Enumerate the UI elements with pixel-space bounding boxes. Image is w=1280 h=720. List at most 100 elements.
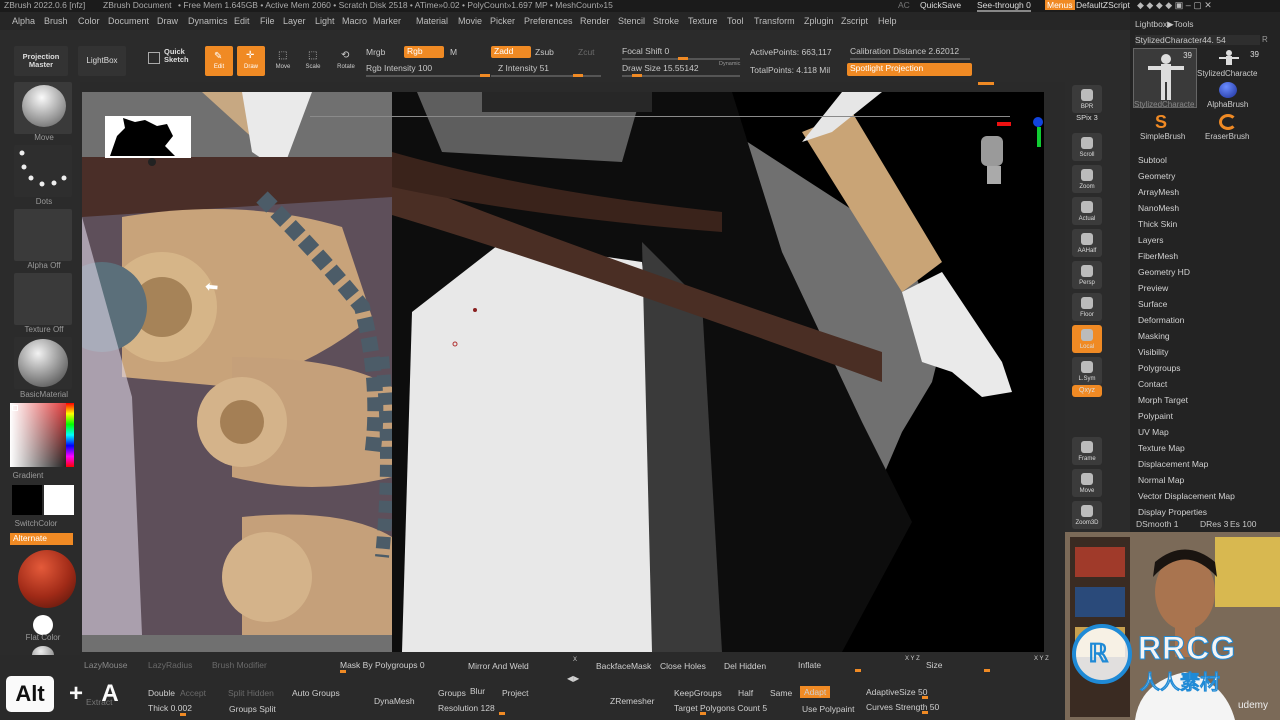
dsmooth-slider[interactable]: DSmooth 1 [1136,519,1179,529]
color-picker[interactable] [10,403,74,467]
right-shelf-local-button[interactable]: Local [1072,325,1102,353]
tray-layers[interactable]: Layers [1138,235,1164,245]
mirror-and-weld-button[interactable]: Mirror And Weld [468,661,529,671]
menu-stroke[interactable]: Stroke [653,16,679,26]
groups-split-button[interactable]: Groups Split [229,704,276,714]
alternate-button[interactable]: Alternate [10,533,73,545]
viewport-canvas[interactable]: ⬉ [82,92,1044,652]
inflate-axis-icon[interactable]: X Y Z [905,656,920,662]
rgb-intensity-knob[interactable] [480,74,490,77]
groups-toggle[interactable]: Groups [438,688,466,698]
z-intensity-slider[interactable]: Z Intensity 51 [498,63,549,73]
tray-texture-map[interactable]: Texture Map [1138,443,1185,453]
reference-image[interactable]: ⬉ [82,157,392,635]
menu-transform[interactable]: Transform [754,16,795,26]
resolution-slider[interactable]: Resolution 128 [438,703,495,713]
calibration-distance-slider[interactable]: Calibration Distance 2.62012 [850,46,959,56]
mrgb-button[interactable]: Mrgb [366,47,385,57]
menu-texture[interactable]: Texture [688,16,718,26]
menu-tool[interactable]: Tool [727,16,744,26]
dynamesh-button[interactable]: DynaMesh [374,696,415,706]
brush-selector[interactable] [14,82,72,134]
menu-preferences[interactable]: Preferences [524,16,573,26]
tray-deformation[interactable]: Deformation [1138,315,1184,325]
dres-slider[interactable]: DRes 3 [1200,519,1228,529]
menu-movie[interactable]: Movie [458,16,482,26]
blur-slider[interactable]: Blur [470,686,485,696]
tray-thick-skin[interactable]: Thick Skin [1138,219,1177,229]
zadd-button[interactable]: Zadd [491,46,531,58]
target-polygons-knob[interactable] [700,712,706,715]
rgb-button[interactable]: Rgb [404,46,444,58]
quicksave-button[interactable]: QuickSave [920,0,961,10]
target-polygons-slider[interactable]: Target Polygons Count 5 [674,703,767,713]
lightbox-tools-header[interactable]: Lightbox▶Tools [1135,19,1194,30]
tray-preview[interactable]: Preview [1138,283,1168,293]
tray-fibermesh[interactable]: FiberMesh [1138,251,1178,261]
right-shelf-scroll-button[interactable]: Scroll [1072,133,1102,161]
m-button[interactable]: M [450,47,457,57]
focal-shift-slider[interactable]: Focal Shift 0 [622,46,669,56]
resolution-knob[interactable] [499,712,505,715]
right-shelf-actual-button[interactable]: Actual [1072,197,1102,225]
menu-render[interactable]: Render [580,16,610,26]
right-shelf-zoom-button[interactable]: Zoom [1072,165,1102,193]
tool-thumb-1[interactable]: 39 StylizedCharacte [1133,48,1197,109]
split-hidden-button[interactable]: Split Hidden [228,688,274,698]
spotlight-knob[interactable] [978,82,994,85]
inflate-knob[interactable] [855,669,861,672]
tray-uv-map[interactable]: UV Map [1138,427,1169,437]
quick-sketch-button[interactable]: Quick Sketch [144,48,194,72]
default-zscript-button[interactable]: DefaultZScript [1076,0,1130,10]
menu-edit[interactable]: Edit [234,16,250,26]
tool-thumb-eraserbrush[interactable]: EraserBrush [1199,112,1263,142]
edit-button[interactable]: ✎ Edit [205,46,233,76]
keepgroups-button[interactable]: KeepGroups [674,688,722,698]
del-hidden-button[interactable]: Del Hidden [724,661,766,671]
lazymouse-toggle[interactable]: LazyMouse [84,660,127,670]
move-button[interactable]: ⬚ Move [270,46,296,76]
switchcolor-button[interactable]: SwitchColor [0,519,76,528]
stroke-selector[interactable] [14,145,72,197]
tray-geometry-hd[interactable]: Geometry HD [1138,267,1190,277]
tray-masking[interactable]: Masking [1138,331,1170,341]
right-shelf-aahalf-button[interactable]: AAHalf [1072,229,1102,257]
color-marker[interactable] [12,405,18,411]
tray-morph-target[interactable]: Morph Target [1138,395,1188,405]
right-shelf-persp-button[interactable]: Persp [1072,261,1102,289]
accept-button[interactable]: Accept [180,688,206,698]
mask-by-polygroups-slider[interactable]: Mask By Polygroups 0 [340,660,425,670]
menu-layer[interactable]: Layer [283,16,306,26]
menus-toggle[interactable]: Menus [1045,0,1075,10]
menu-material[interactable]: Material [416,16,448,26]
same-button[interactable]: Same [770,688,792,698]
expand-arrows-icon[interactable]: ◀▶ [567,674,579,683]
zsub-button[interactable]: Zsub [535,47,554,57]
lazyradius-slider[interactable]: LazyRadius [148,660,192,670]
lightbox-button[interactable]: LightBox [78,46,126,76]
right-shelf-bpr-button[interactable]: BPR [1072,85,1102,113]
menu-picker[interactable]: Picker [490,16,515,26]
dynamic-toggle[interactable]: Dynamic [719,61,740,67]
draw-button[interactable]: ✛ Draw [237,46,265,76]
see-through-slider[interactable]: See-through 0 [977,0,1031,12]
draw-size-slider[interactable]: Draw Size 15.55142 [622,63,699,73]
inflate-slider[interactable]: Inflate [798,660,821,670]
mask-by-polygroups-knob[interactable] [340,670,346,673]
tray-vector-displacement-map[interactable]: Vector Displacement Map [1138,491,1235,501]
tool-thumb-simplebrush[interactable]: S SimpleBrush [1133,112,1197,142]
menu-macro[interactable]: Macro [342,16,367,26]
tray-display-properties[interactable]: Display Properties [1138,507,1207,517]
menu-zscript[interactable]: Zscript [841,16,868,26]
curves-strength-knob[interactable] [922,711,928,714]
tray-subtool[interactable]: Subtool [1138,155,1167,165]
double-button[interactable]: Double [148,688,175,698]
flat-color-icon[interactable] [33,615,53,635]
backface-mask-button[interactable]: BackfaceMask [596,661,651,671]
tray-contact[interactable]: Contact [1138,379,1167,389]
z-intensity-knob[interactable] [573,74,583,77]
menu-stencil[interactable]: Stencil [618,16,645,26]
projection-master-button[interactable]: Projection Master [14,46,68,76]
main-color-swatch[interactable] [12,485,42,515]
menu-marker[interactable]: Marker [373,16,401,26]
